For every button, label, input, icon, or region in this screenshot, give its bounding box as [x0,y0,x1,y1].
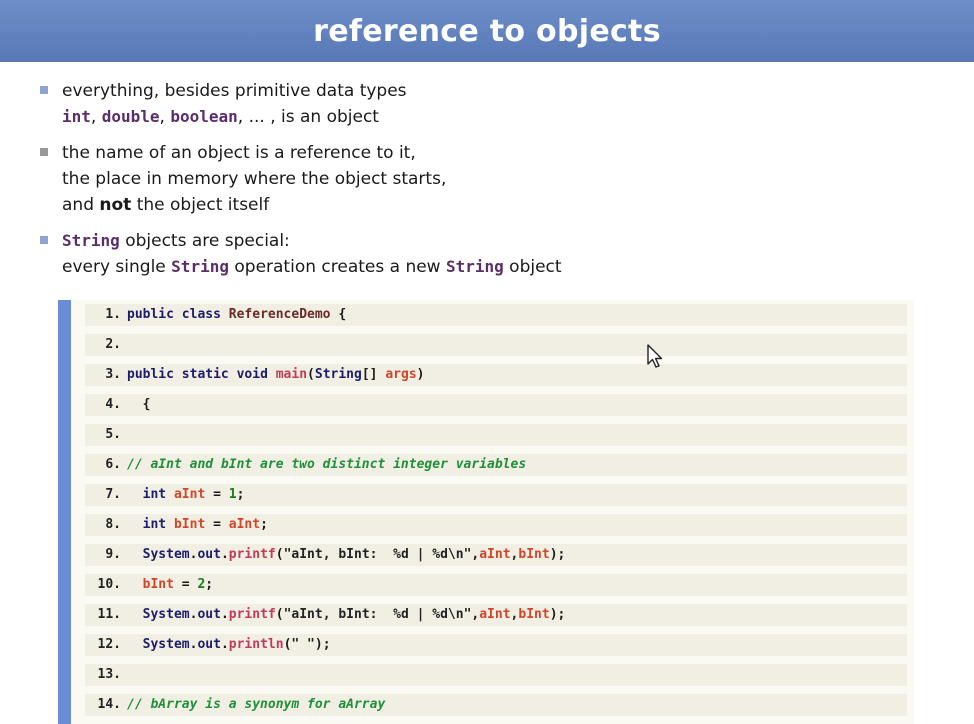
line-number: 3. [105,367,121,382]
bullet-text: object [503,257,562,277]
code-line: 13. [85,664,907,686]
keyword-double: double [101,107,160,126]
line-number: 11. [97,607,121,622]
code-line: 11. System.out.printf("aInt, bInt: %d | … [85,604,907,626]
bullet-marker [40,86,48,94]
bullet-text: the name of an object is a reference to … [62,143,416,163]
line-number: 5. [105,427,121,442]
bullet-text: and [62,195,100,215]
bullet-text: operation creates a new [228,257,446,277]
line-number: 12. [97,637,121,652]
line-number: 2. [105,337,121,352]
bullet-text: the place in memory where the object sta… [62,169,447,189]
code-text: public static void main(String[] args) [127,367,425,382]
line-number: 10. [97,577,121,592]
title-bar: reference to objects [0,0,974,62]
line-number: 14. [97,697,121,712]
line-number: 7. [105,487,121,502]
slide-title: reference to objects [313,13,661,49]
bullet-text-line: String objects are special: [62,228,940,254]
bullet-primitive-types: everything, besides primitive data types… [40,78,940,130]
code-line: 8. int bInt = aInt; [85,514,907,536]
line-number: 8. [105,517,121,532]
mouse-cursor-icon [647,344,663,368]
line-number: 1. [105,307,121,322]
keyword-string: String [62,231,120,250]
bullet-text: everything, besides primitive data types [62,81,407,101]
separator: , [90,107,102,127]
code-line: 5. [85,424,907,446]
bullet-text: the object itself [131,195,270,215]
bullet-text: every single [62,257,172,277]
code-line: 4. { [85,394,907,416]
bullet-text-line: int, double, boolean, ... , is an object [62,104,940,130]
code-text: System.out.println(" "); [142,637,331,652]
code-text: { [127,397,151,412]
code-text: int aInt = 1; [142,487,245,502]
keyword-string: String [171,257,229,276]
bullet-marker [40,236,48,244]
code-listing: 1. public class ReferenceDemo { 2. 3. public… [58,300,914,724]
emphasis-not: not [99,195,132,215]
code-text: // bArray is a synonym for aArray [127,697,386,712]
code-text: // aInt and bInt are two distinct intege… [127,457,527,472]
code-text: bInt = 2; [142,577,214,592]
keyword-string: String [445,257,504,276]
code-line: 2. [85,334,907,356]
line-number: 9. [105,547,121,562]
bullet-text-line: and not the object itself [62,192,940,218]
code-text: int bInt = aInt; [142,517,268,532]
code-text: System.out.printf("aInt, bInt: %d | %d\n… [142,607,566,622]
keyword-boolean: boolean [170,107,238,126]
bullet-text: , ... , is an object [237,107,379,127]
code-line: 7. int aInt = 1; [85,484,907,506]
line-number: 4. [105,397,121,412]
bullet-reference: the name of an object is a reference to … [40,140,940,218]
code-line: 12. System.out.println(" "); [85,634,907,656]
bullet-marker [40,148,48,156]
bullet-string: String objects are special: every single… [40,228,940,280]
bullet-list: everything, besides primitive data types… [40,78,940,290]
separator: , [159,107,171,127]
code-line: 9. System.out.printf("aInt, bInt: %d | %… [85,544,907,566]
code-text: System.out.printf("aInt, bInt: %d | %d\n… [142,547,566,562]
code-line: 1. public class ReferenceDemo { [85,304,907,326]
code-line: 14. // bArray is a synonym for aArray [85,694,907,716]
code-text: public class ReferenceDemo { [127,307,347,322]
bullet-text: objects are special: [119,231,290,251]
code-line: 10. bInt = 2; [85,574,907,596]
bullet-text-line: every single String operation creates a … [62,254,940,280]
code-line: 3. public static void main(String[] args) [85,364,907,386]
code-line: 6. // aInt and bInt are two distinct inte… [85,454,907,476]
line-number: 13. [97,667,121,682]
line-number: 6. [105,457,121,472]
keyword-int: int [62,107,91,126]
